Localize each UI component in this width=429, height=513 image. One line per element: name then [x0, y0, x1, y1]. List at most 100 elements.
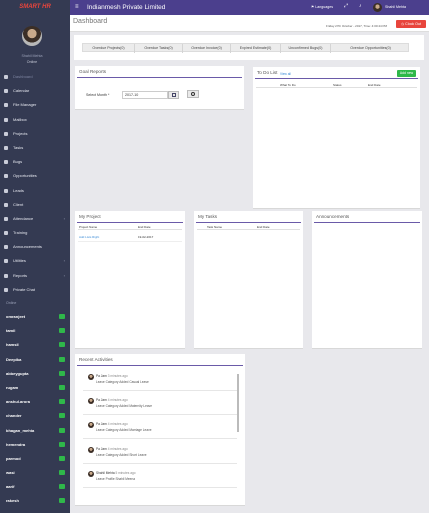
sidebar-item-training[interactable]: Training [0, 226, 70, 240]
hamburger-menu-icon[interactable]: ≡ [75, 4, 79, 10]
avatar [88, 471, 94, 477]
month-input[interactable]: 2017-10 [122, 91, 168, 99]
my-tasks-panel: My Tasks Task Name End Date [194, 211, 303, 349]
sidebar-item-announcements[interactable]: Announcements [0, 240, 70, 254]
sidebar-item-mailbox[interactable]: Mailbox [0, 113, 70, 127]
chat-status-icon [59, 370, 65, 376]
online-section-label: Online [6, 301, 17, 305]
languages-menu[interactable]: ⚑ Languages [311, 5, 333, 9]
divider [255, 78, 418, 79]
online-user[interactable]: omranjeet [0, 310, 70, 324]
announcement-icon [4, 245, 8, 250]
online-user[interactable]: bhagan_mehta [0, 424, 70, 438]
app-logo[interactable]: SMART HR [0, 0, 70, 15]
tab-expired-estimate[interactable]: Expired Estimate(0) [231, 44, 281, 53]
tab-overdue-tasks[interactable]: Overdue Tasks(0) [135, 44, 183, 53]
topbar-avatar[interactable] [373, 3, 382, 12]
dashboard-icon [4, 75, 8, 79]
overdue-tabs: Overdue Projects(0) Overdue Tasks(0) Ove… [82, 43, 410, 53]
sidebar-item-opportunities[interactable]: Opportunities [0, 169, 70, 183]
project-table-header: Project Name End Date [78, 224, 182, 230]
online-user[interactable]: chander [0, 409, 70, 423]
overdue-tabs-panel: Overdue Projects(0) Overdue Tasks(0) Ove… [74, 35, 424, 60]
activities-scrollbar[interactable] [237, 374, 239, 432]
sidebar-item-private-chat[interactable]: Private Chat [0, 283, 70, 297]
chat-status-icon [59, 484, 65, 490]
user-status: Online [26, 60, 38, 64]
sidebar-item-calendar[interactable]: Calendar [0, 84, 70, 98]
topbar-username[interactable]: Shahil Mehta [385, 5, 406, 9]
clock-out-button[interactable]: ◷ Clock Out [396, 20, 426, 28]
sidebar-item-file-manager[interactable]: File Manager [0, 98, 70, 112]
chat-status-icon [59, 427, 65, 433]
sidebar-item-attendance[interactable]: Attendance › [0, 212, 70, 226]
avatar [88, 447, 94, 453]
divider [77, 77, 242, 78]
online-user[interactable]: anshul.arora [0, 395, 70, 409]
fullscreen-icon[interactable]: ⤢ [344, 3, 348, 9]
project-name[interactable]: Add Lists Right [79, 235, 99, 239]
online-user[interactable]: wasi [0, 466, 70, 480]
online-user[interactable]: hemendra [0, 438, 70, 452]
sidebar-item-dashboard[interactable]: Dashboard [0, 70, 70, 84]
tab-unconfirmed-bugs[interactable]: Unconfirmed Bugs(0) [281, 44, 331, 53]
announcements-panel: Announcements [312, 211, 422, 349]
chat-status-icon [59, 328, 65, 334]
page-header: Dashboard Friday 27th October - 2017, Ti… [70, 15, 429, 32]
bell-icon[interactable]: ♪ [359, 3, 362, 9]
divider [196, 222, 301, 223]
briefcase-icon [4, 131, 8, 136]
online-user[interactable]: rakesh [0, 494, 70, 508]
activity-item[interactable]: Pa Jam 4 minutes ago Leave Category Added… [83, 417, 237, 439]
calendar-icon [4, 89, 8, 94]
calendar-picker-button[interactable] [168, 91, 179, 99]
project-end-date: 19-02-2017 [138, 235, 154, 239]
sidebar-item-bugs[interactable]: Bugs [0, 155, 70, 169]
current-datetime: Friday 27th October - 2017, Time: 4:00:4… [326, 24, 388, 28]
utilities-icon [4, 259, 8, 264]
sidebar-item-tasks[interactable]: Tasks [0, 141, 70, 155]
leads-icon [4, 188, 8, 193]
chevron-right-icon: › [63, 258, 65, 264]
user-name: Shahil Mehta [21, 54, 43, 58]
tab-overdue-projects[interactable]: Overdue Projects(0) [83, 44, 135, 53]
my-project-panel: My Project Project Name End Date Add Lis… [75, 211, 185, 349]
view-all-link[interactable]: View all [280, 72, 291, 76]
sidebar-item-utilities[interactable]: Utilities › [0, 254, 70, 268]
online-user[interactable]: dolly [0, 509, 70, 513]
online-user[interactable]: parmod [0, 452, 70, 466]
online-user[interactable]: Deepika [0, 353, 70, 367]
online-user[interactable]: rugam [0, 381, 70, 395]
goal-reports-panel: Goal Reports Select Month * 2017-10 [75, 66, 244, 110]
avatar [88, 398, 94, 404]
activity-item[interactable]: Pa Jam 4 minutes ago Leave Category Added… [83, 442, 237, 464]
panel-title: Recent Activities [79, 357, 113, 362]
online-user[interactable]: hamsil [0, 338, 70, 352]
mail-icon [4, 117, 8, 122]
tab-overdue-invoice[interactable]: Overdue Invoice(0) [183, 44, 231, 53]
add-new-button[interactable]: Add new [397, 70, 416, 77]
online-user[interactable]: tamil [0, 324, 70, 338]
panel-title: My Tasks [198, 214, 218, 219]
todo-table-header: What To Do Status End Date [256, 82, 417, 88]
client-icon [4, 202, 8, 207]
avatar [88, 422, 94, 428]
chat-status-icon [59, 455, 65, 461]
activity-item[interactable]: Pa Jam 3 minutes ago Leave Category Added… [83, 369, 237, 391]
sidebar-item-projects[interactable]: Projects [0, 127, 70, 141]
calendar-icon [172, 93, 176, 97]
sidebar-item-client[interactable]: Client [0, 198, 70, 212]
search-button[interactable] [187, 90, 199, 98]
online-user[interactable]: aarif [0, 480, 70, 494]
tab-overdue-opportunities[interactable]: Overdue Opportunities(0) [331, 44, 410, 53]
attendance-icon [4, 216, 8, 221]
activity-item[interactable]: Shahil Mehta 5 minutes ago Leave Profile … [83, 466, 237, 488]
chat-status-icon [59, 441, 65, 447]
user-avatar[interactable] [22, 26, 42, 46]
sidebar-item-reports[interactable]: Reports › [0, 269, 70, 283]
table-row[interactable]: Add Lists Right 19-02-2017 [78, 234, 182, 242]
online-user[interactable]: abbeygupta [0, 367, 70, 381]
sidebar: SMART HR Shahil Mehta Online Dashboard C… [0, 0, 70, 513]
sidebar-item-leads[interactable]: Leads [0, 184, 70, 198]
activity-item[interactable]: Pa Jam 4 minutes ago Leave Category Added… [83, 393, 237, 415]
